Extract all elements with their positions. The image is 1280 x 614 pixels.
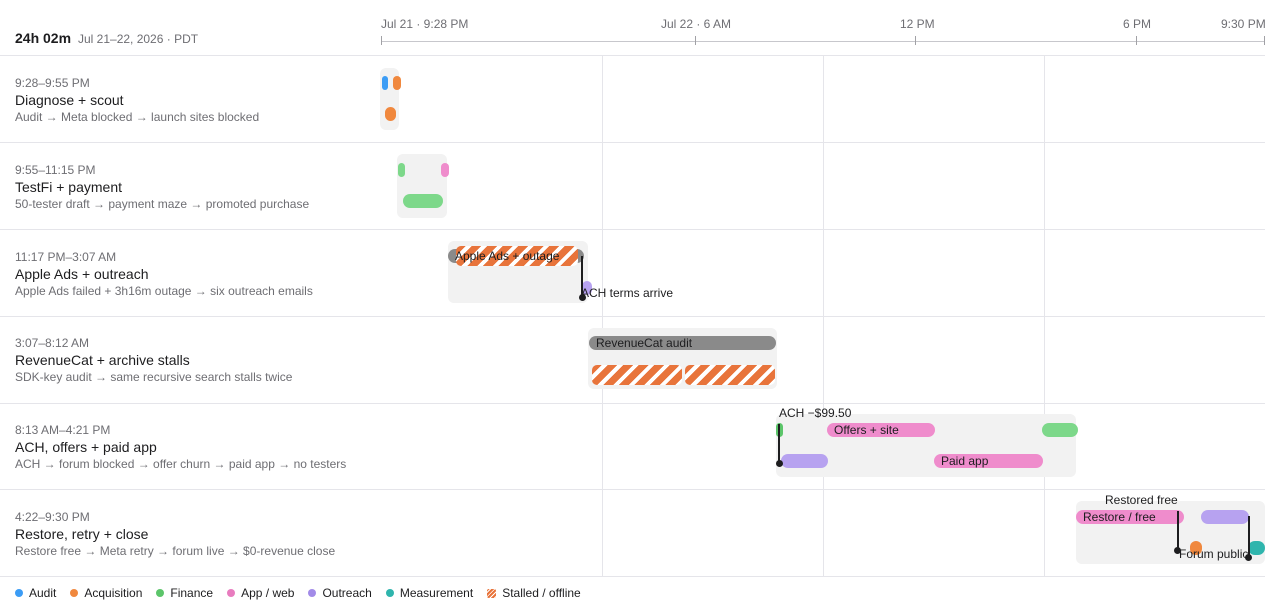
stalled-pattern-icon [487, 588, 497, 598]
measurement-bar[interactable] [1248, 541, 1265, 555]
legend-item-measurement[interactable]: Measurement [385, 586, 474, 600]
ach-amount-annotation: ACH −$99.50 [779, 406, 852, 420]
legend-label: Stalled / offline [502, 586, 581, 600]
row-time-range: 9:28–9:55 PM [15, 76, 90, 90]
row-title: Restore, retry + close [15, 526, 149, 542]
finance-bar[interactable] [403, 194, 443, 208]
row-subtitle: Restore free → Meta retry → forum live →… [15, 544, 336, 558]
legend-item-stalled[interactable]: Stalled / offline [487, 586, 581, 600]
app-web-bar[interactable] [441, 163, 449, 177]
row-divider [0, 55, 1265, 56]
row-divider [0, 489, 1265, 490]
restored-free-annotation: Restored free [1105, 493, 1178, 507]
acquisition-bar[interactable] [385, 107, 396, 121]
grid-line [602, 56, 603, 576]
app-web-dot-icon [227, 589, 236, 597]
tick-label-12pm: 12 PM [900, 17, 935, 31]
axis-line [381, 41, 1265, 42]
audit-bar[interactable] [382, 76, 388, 90]
session-duration: 24h 02m [15, 30, 72, 46]
ach-marker [778, 424, 780, 464]
row-divider [0, 229, 1265, 230]
tick-label-end: 9:30 PM [1221, 17, 1266, 31]
legend-item-finance[interactable]: Finance [156, 586, 213, 600]
row-title: Apple Ads + outreach [15, 266, 149, 282]
offers-site-bar-label: Offers + site [834, 423, 899, 437]
row-divider [0, 142, 1265, 143]
tick-mark [1136, 36, 1137, 45]
finance-bar[interactable] [1042, 423, 1078, 437]
legend-label: App / web [241, 586, 295, 600]
stalled-segment[interactable] [592, 365, 682, 385]
legend-item-outreach[interactable]: Outreach [308, 586, 372, 600]
row-divider [0, 576, 1265, 577]
tick-mark [1264, 36, 1265, 45]
acquisition-dot-icon [70, 589, 79, 597]
row-divider [0, 403, 1265, 404]
ach-marker-dot[interactable] [776, 460, 783, 467]
row-time-range: 4:22–9:30 PM [15, 510, 90, 524]
tick-label-6am: Jul 22 · 6 AM [661, 17, 732, 31]
forum-public-annotation: Forum public [1179, 547, 1249, 561]
apple-ads-bar-label: Apple Ads + outage [455, 249, 560, 263]
tick-label-6pm: 6 PM [1123, 17, 1152, 31]
outreach-bar[interactable] [781, 454, 828, 468]
row-title: TestFi + payment [15, 179, 122, 195]
audit-dot-icon [15, 589, 23, 597]
row-time-range: 11:17 PM–3:07 AM [15, 250, 117, 264]
tick-mark [695, 36, 696, 45]
revenuecat-bar-label: RevenueCat audit [596, 336, 693, 350]
restored-free-marker [1177, 511, 1179, 551]
row-time-range: 8:13 AM–4:21 PM [15, 423, 111, 437]
row-subtitle: Apple Ads failed + 3h16m outage → six ou… [15, 284, 313, 298]
row-subtitle: Audit → Meta blocked → launch sites bloc… [15, 110, 260, 124]
tick-label-start: Jul 21 · 9:28 PM [381, 17, 469, 31]
legend-label: Outreach [322, 586, 372, 600]
legend-label: Acquisition [84, 586, 143, 600]
restore-free-bar-label: Restore / free [1083, 510, 1156, 524]
legend-label: Finance [170, 586, 214, 600]
acquisition-bar[interactable] [393, 76, 401, 90]
legend-item-acquisition[interactable]: Acquisition [70, 586, 142, 600]
legend-label: Measurement [399, 586, 474, 600]
group-background [397, 154, 447, 218]
paid-app-bar-label: Paid app [941, 454, 989, 468]
row-title: RevenueCat + archive stalls [15, 352, 190, 368]
row-time-range: 9:55–11:15 PM [15, 163, 96, 177]
tick-mark [381, 36, 382, 45]
legend-item-audit[interactable]: Audit [15, 586, 56, 600]
outreach-bar[interactable] [1201, 510, 1249, 524]
row-title: Diagnose + scout [15, 92, 124, 108]
measurement-dot-icon [385, 589, 394, 597]
row-time-range: 3:07–8:12 AM [15, 336, 90, 350]
grid-line [1044, 56, 1045, 576]
session-date-range: Jul 21–22, 2026 · PDT [78, 32, 199, 46]
outreach-dot-icon [308, 589, 317, 597]
row-subtitle: ACH → forum blocked → offer churn → paid… [15, 457, 347, 471]
row-title: ACH, offers + paid app [15, 439, 157, 455]
stalled-segment[interactable] [685, 365, 775, 385]
finance-dot-icon [156, 589, 165, 597]
legend-item-app-web[interactable]: App / web [227, 586, 294, 600]
row-divider [0, 316, 1265, 317]
tick-mark [915, 36, 916, 45]
row-subtitle: 50-tester draft → payment maze → promote… [15, 197, 310, 211]
row-subtitle: SDK-key audit → same recursive search st… [15, 370, 293, 384]
finance-bar[interactable] [398, 163, 405, 177]
legend: Audit Acquisition Finance App / web Outr… [15, 586, 581, 600]
grid-line [823, 56, 824, 576]
ach-terms-annotation: ACH terms arrive [581, 286, 674, 300]
legend-label: Audit [29, 586, 57, 600]
